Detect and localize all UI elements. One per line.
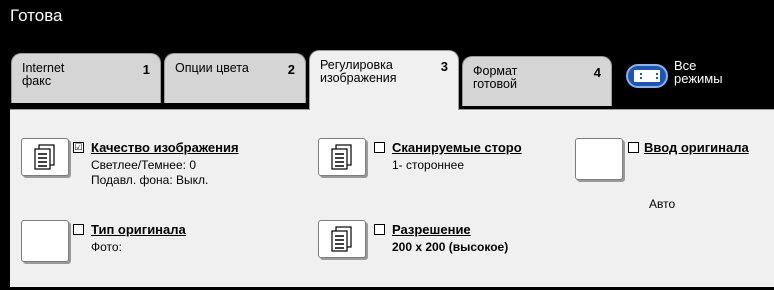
- document-icon: [331, 226, 352, 252]
- original-input-feature[interactable]: Ввод оригинала Авто: [572, 110, 774, 220]
- image-quality-feature[interactable]: ☑ Качество изображения Светлее/Темнее: 0…: [10, 110, 310, 190]
- original-input-value: Авто: [649, 197, 676, 211]
- original-input-title: Ввод оригинала: [644, 140, 749, 155]
- tab-number: 4: [593, 65, 601, 80]
- all-services-icon: [626, 64, 668, 88]
- feature-panel: ☑ Качество изображения Светлее/Темнее: 0…: [10, 109, 774, 287]
- tab-label: Internet факс: [22, 61, 65, 88]
- scan-sides-button[interactable]: [318, 138, 366, 176]
- document-icon: [34, 144, 55, 170]
- resolution-feature[interactable]: Разрешение 200 x 200 (высокое): [315, 210, 565, 270]
- tab-number: 3: [440, 59, 448, 74]
- original-type-feature[interactable]: Тип оригинала Фото:: [10, 210, 310, 270]
- scan-sides-value: 1- стороннее: [392, 158, 464, 172]
- tab-number: 2: [287, 62, 295, 77]
- document-icon: [331, 144, 352, 170]
- tab-number: 1: [142, 62, 150, 77]
- tab-label: Формат готовой: [473, 64, 518, 91]
- resolution-value: 200 x 200 (высокое): [392, 240, 509, 254]
- all-services-label: Все режимы: [674, 58, 723, 86]
- original-type-title: Тип оригинала: [91, 222, 186, 237]
- original-type-button[interactable]: [21, 220, 69, 262]
- scan-sides-checkbox: [374, 142, 385, 153]
- status-title: Готова: [10, 6, 63, 25]
- image-quality-title: Качество изображения: [91, 140, 239, 155]
- original-input-checkbox: [628, 142, 639, 153]
- scan-sides-feature[interactable]: Сканируемые сторо 1- стороннее: [315, 110, 565, 190]
- original-input-button[interactable]: [575, 138, 623, 180]
- tab-label: Опции цвета: [175, 61, 249, 75]
- resolution-title: Разрешение: [392, 222, 471, 237]
- original-type-checkbox: [73, 224, 84, 235]
- copier-screen: Готова Internet факс 1 Опции цвета 2 Рег…: [0, 0, 774, 290]
- tab-label: Регулировка изображения: [320, 58, 397, 85]
- tab-output-format[interactable]: Формат готовой 4: [462, 56, 612, 106]
- image-quality-value-2: Подавл. фона: Выкл.: [91, 173, 209, 187]
- image-quality-button[interactable]: [21, 138, 69, 176]
- tab-internet-fax[interactable]: Internet факс 1: [11, 53, 161, 103]
- tab-color-options[interactable]: Опции цвета 2: [164, 53, 306, 103]
- resolution-button[interactable]: [318, 220, 366, 258]
- resolution-checkbox: [374, 224, 385, 235]
- image-quality-value-1: Светлее/Темнее: 0: [91, 158, 196, 172]
- scan-sides-title: Сканируемые сторо: [392, 140, 522, 155]
- all-services-button[interactable]: Все режимы: [626, 56, 762, 96]
- image-quality-checkbox: ☑: [73, 142, 84, 153]
- tab-image-adjustment[interactable]: Регулировка изображения 3: [309, 50, 459, 110]
- original-type-value: Фото:: [91, 240, 122, 254]
